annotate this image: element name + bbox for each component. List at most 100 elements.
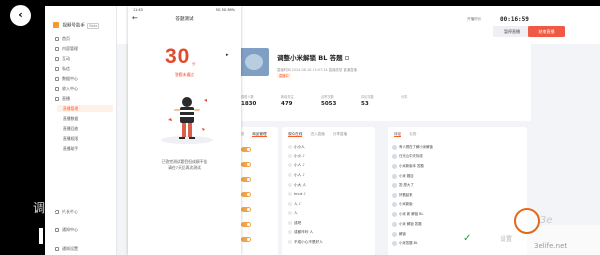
gear-icon	[55, 247, 59, 251]
list-item: 人 ♪	[288, 202, 301, 207]
brand-name: 视频号助手	[62, 23, 85, 29]
live-cover-thumbnail	[239, 48, 269, 76]
tab-share[interactable]: 分享直播	[333, 132, 347, 136]
list-item: 小小人	[288, 145, 305, 150]
end-live-button[interactable]: 结束直播	[528, 26, 565, 37]
sidebar-item-income[interactable]: 收入中心	[55, 86, 78, 92]
sidebar-item-content[interactable]: 内容管理	[55, 46, 78, 52]
comment-text: 日光山中天际线	[399, 154, 423, 158]
comment-tabs: 评论 礼物	[394, 132, 424, 137]
stat-label: 新增关注	[281, 95, 294, 99]
video-back-button[interactable]: ‹	[10, 5, 31, 26]
sidebar-item-label: 直播	[62, 96, 70, 101]
list-item: 小小 ♪	[288, 154, 305, 159]
live-meta: 直播时间 2024-08-18 15:07:34 直播类型 普通直播	[277, 67, 357, 72]
chart-icon	[55, 77, 59, 81]
avatar	[288, 202, 292, 206]
sidebar-item-interact[interactable]: 互动	[55, 56, 70, 62]
sidebar-subitem-live-manage[interactable]: 直播管理	[63, 106, 78, 112]
toggle-switch[interactable]	[241, 162, 251, 167]
person-illustration	[161, 97, 213, 144]
avatar	[392, 144, 397, 150]
toggle-switch[interactable]	[241, 177, 251, 182]
pause-live-button[interactable]: 暂停直播	[493, 26, 531, 37]
sidebar-subitem-live-permission[interactable]: 直播权限	[63, 136, 78, 142]
sidebar-item-live[interactable]: 直播	[55, 96, 70, 102]
comment-text: 答:是大了	[399, 183, 414, 187]
avatar	[392, 201, 397, 207]
stat-value: 479	[281, 101, 293, 107]
phone-page-title: 答题测试	[175, 17, 194, 22]
comment-item: 小米 解锁 答题	[392, 221, 422, 227]
list-item-text: 小人 ♪	[294, 173, 305, 177]
tab-comments[interactable]: 评论	[394, 132, 402, 137]
stat-comments: 评论次数 53	[361, 94, 401, 107]
list-item: 人	[288, 211, 298, 216]
status-signal: 5G 5G 89%	[215, 7, 235, 12]
avatar	[392, 163, 397, 169]
toggle-switch[interactable]	[241, 192, 251, 197]
tab-enter[interactable]: 进入直播	[310, 132, 324, 136]
screen: 视频号助手 Beta 首页 内容管理 互动 私信 数据中心 收入中心 直播 直播…	[0, 0, 600, 255]
avatar	[288, 173, 292, 177]
brand-logo-icon	[53, 22, 59, 28]
watermark-logo-icon	[514, 208, 540, 234]
list-item: 成都咔咔·人	[288, 230, 313, 235]
list-item: 不成小心不是好人	[288, 240, 323, 245]
sidebar-item-home[interactable]: 首页	[55, 36, 70, 42]
avatar	[288, 183, 292, 187]
comment-item: 日光山中天际线	[392, 153, 423, 159]
watermark-fog-text: 设置	[500, 236, 513, 243]
live-title: 调整小米解锁 BL 答题	[277, 52, 349, 62]
pause-icon[interactable]	[39, 228, 51, 244]
live-timer: 00:16:59	[500, 16, 529, 23]
toggle-switch[interactable]	[241, 207, 251, 212]
comment-item: 解锁	[392, 231, 406, 237]
avatar	[392, 173, 397, 179]
quiz-desc-line2: 请在7天后再次测试	[168, 165, 201, 170]
sidebar-subitem-live-assistant[interactable]: 直播助手	[63, 146, 78, 152]
tab-goods[interactable]: 商品管理	[252, 132, 267, 137]
sidebar-item-settings[interactable]: 通知设置	[55, 246, 78, 252]
audience-panel: 观众在线 进入直播 分享直播 小小人 小小 ♪ 小人 ♪ 小人 ♪ 小大 人 hnu…	[282, 127, 375, 255]
phone-status-bar: 11:43 5G 5G 89%	[128, 6, 241, 14]
comment-text: 好看起来	[399, 193, 413, 197]
status-time: 11:43	[133, 7, 143, 12]
avatar	[288, 163, 292, 167]
avatar	[288, 154, 292, 158]
toggle-switch[interactable]	[241, 147, 251, 152]
edit-icon[interactable]	[344, 56, 349, 60]
sidebar-item-notice[interactable]: 通知中心	[55, 227, 78, 233]
stat-label: 点赞次数	[321, 95, 334, 99]
video-caption: 调整小米解锁	[33, 201, 112, 215]
home-icon	[55, 37, 59, 41]
sidebar-subitem-live-data[interactable]: 直播数据	[63, 116, 78, 122]
tab-gifts[interactable]: 礼物	[409, 132, 416, 136]
toggle-switch[interactable]	[241, 237, 251, 242]
stat-label: 评论次数	[361, 95, 374, 99]
live-icon	[55, 97, 59, 101]
sidebar-item-message[interactable]: 私信	[55, 66, 70, 72]
sidebar: 视频号助手 Beta 首页 内容管理 互动 私信 数据中心 收入中心 直播 直播…	[45, 6, 117, 255]
avatar	[392, 240, 397, 246]
tab-online[interactable]: 观众在线	[288, 132, 303, 137]
wallet-icon	[55, 87, 59, 91]
list-item-text: 成吧	[294, 221, 302, 225]
sidebar-item-data[interactable]: 数据中心	[55, 76, 78, 82]
list-item-text: 小小 ♪	[294, 154, 305, 158]
stat-likes: 点赞次数 5053	[321, 94, 361, 107]
toggle-switch[interactable]	[241, 222, 251, 227]
avatar	[288, 240, 292, 244]
avatar	[392, 221, 397, 227]
comment-item: 好看起来	[392, 192, 413, 198]
list-item-text: 人 ♪	[294, 202, 302, 206]
sidebar-subitem-live-replay[interactable]: 直播回放	[63, 126, 78, 132]
cursor-icon: ▸	[226, 52, 229, 58]
sidebar-item-label: 通知设置	[62, 246, 78, 251]
comment-item: 小米新版	[392, 201, 413, 207]
watermark-fog	[475, 225, 600, 255]
comment-item: 答:是大了	[392, 182, 414, 188]
avatar	[392, 182, 397, 188]
comment-text: 小米新版	[399, 202, 413, 206]
content-icon	[55, 47, 59, 51]
